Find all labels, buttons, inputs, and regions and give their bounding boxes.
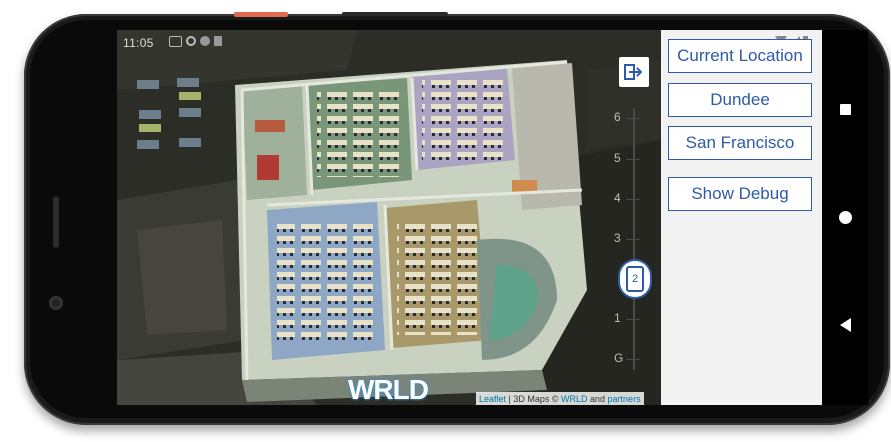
control-panel: Current Location Dundee San Francisco Sh…: [661, 30, 822, 405]
floor-label-4[interactable]: 4: [614, 191, 621, 205]
leaflet-link[interactable]: Leaflet: [479, 394, 506, 404]
earpiece-speaker: [53, 196, 59, 248]
front-camera: [49, 296, 63, 310]
map-attribution: Leaflet | 3D Maps © WRLD and partners: [476, 392, 644, 405]
floor-tick: [626, 199, 640, 200]
partners-link[interactable]: partners: [608, 394, 641, 404]
back-button[interactable]: [822, 310, 868, 340]
floor-tick: [626, 319, 640, 320]
sync-icon: [186, 36, 196, 46]
floor-label-g[interactable]: G: [614, 351, 623, 365]
wrld-link[interactable]: WRLD: [561, 394, 588, 404]
floor-tick: [626, 118, 640, 119]
exit-indoor-icon: [624, 64, 643, 80]
dundee-button[interactable]: Dundee: [668, 83, 812, 117]
screen: 11:05 6 5 4 3 1 G 2 WRLD Leaflet | 3D Ma…: [117, 30, 822, 405]
navigation-bar: [822, 30, 868, 405]
volume-button: [234, 12, 288, 17]
overview-button[interactable]: [822, 94, 868, 124]
power-button: [342, 12, 448, 16]
floor-tick: [626, 159, 640, 160]
dnd-icon: [200, 36, 210, 46]
exit-indoor-button[interactable]: [619, 57, 649, 87]
indoor-map-view[interactable]: 11:05 6 5 4 3 1 G 2 WRLD Leaflet | 3D Ma…: [117, 30, 661, 405]
floor-label-5[interactable]: 5: [614, 151, 621, 165]
floor-tick: [626, 359, 640, 360]
status-icons: [169, 36, 222, 47]
current-location-button[interactable]: Current Location: [668, 39, 812, 73]
attribution-and: and: [587, 393, 608, 404]
status-time: 11:05: [123, 36, 154, 50]
show-debug-button[interactable]: Show Debug: [668, 177, 812, 211]
home-button[interactable]: [822, 202, 868, 232]
attribution-text: | 3D Maps ©: [506, 393, 562, 404]
overview-icon: [839, 103, 851, 115]
floor-label-3[interactable]: 3: [614, 231, 621, 245]
map-canvas: [117, 30, 661, 405]
home-icon: [838, 210, 852, 224]
sd-card-icon: [214, 36, 222, 46]
floor-label-1[interactable]: 1: [614, 311, 621, 325]
floor-tick: [626, 239, 640, 240]
san-francisco-button[interactable]: San Francisco: [668, 126, 812, 160]
camera-icon: [169, 36, 182, 47]
floor-label-6[interactable]: 6: [614, 110, 621, 124]
floor-slider-handle[interactable]: 2: [618, 259, 652, 299]
wrld-logo: WRLD: [348, 374, 429, 405]
selected-floor-label: 2: [626, 266, 644, 292]
back-icon: [839, 318, 851, 332]
